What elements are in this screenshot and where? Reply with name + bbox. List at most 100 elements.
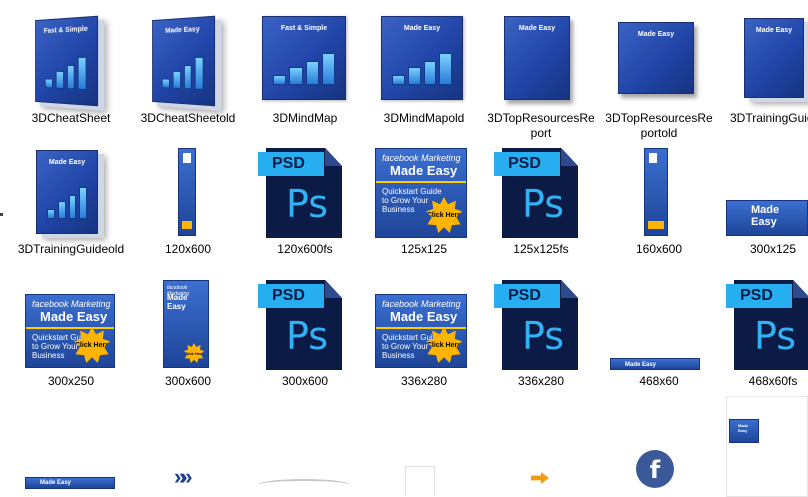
file-name: 3DCheatSheet — [31, 111, 111, 125]
file-item[interactable]: Made Easy 3DTrainingGuide — [724, 12, 808, 137]
thumbs-up-icon — [183, 153, 191, 163]
arrow-right-icon[interactable] — [531, 472, 549, 484]
file-item[interactable]: facebook Marketing Made Easy Quickstart … — [369, 278, 479, 393]
blank-file-icon[interactable] — [405, 466, 435, 496]
banner-headline: Made Easy — [738, 423, 749, 433]
ebook-cover-thumbnail: Made Easy — [152, 15, 216, 107]
facebook-icon[interactable]: f — [636, 450, 674, 488]
banner-thumbnail: Made Easy — [610, 358, 700, 370]
banner-headline: Made Easy — [751, 204, 780, 228]
file-item[interactable]: facebook Marketing Made Easy Quickstart … — [16, 278, 126, 393]
file-item[interactable]: facebook Marketing Made Easy Click Here … — [133, 278, 243, 393]
file-name: 3DCheatSheetold — [140, 111, 236, 125]
file-name: 336x280 — [517, 374, 565, 388]
banner-headline: Made Easy — [625, 362, 657, 368]
file-item[interactable]: PSD Ps 300x600 — [250, 278, 360, 393]
cover-title: Made Easy — [755, 27, 793, 34]
ps-glyph: Ps — [286, 314, 329, 358]
file-name: 3DMindMapold — [383, 111, 465, 125]
file-name: 3DTopResourcesReport — [487, 111, 595, 140]
banner-headline: Made Easy — [390, 309, 458, 324]
file-name: 300x600 — [281, 374, 329, 388]
file-name: 300x600 — [164, 374, 212, 388]
file-item[interactable]: Made Easy 300x125 — [718, 146, 808, 256]
file-name: 125x125 — [400, 242, 448, 256]
banner-thumbnail: Made Easy — [729, 419, 759, 443]
file-item[interactable]: 120x600 — [133, 146, 243, 256]
ps-glyph: Ps — [286, 182, 329, 226]
banner-thumbnail — [178, 148, 196, 236]
cta-strip — [648, 221, 664, 229]
cover-title: Fast & Simple — [280, 25, 328, 32]
file-name: 300x250 — [47, 374, 95, 388]
banner-thumbnail: facebook Marketing Made Easy Click Here — [163, 280, 209, 368]
photoshop-file-icon: PSD Ps — [258, 280, 348, 370]
file-name: 300x125 — [749, 242, 797, 256]
file-item[interactable]: 160x600 — [604, 146, 714, 256]
psd-tag: PSD — [726, 284, 792, 308]
cover-bars — [44, 56, 87, 90]
cover-bars — [273, 53, 335, 85]
file-item[interactable]: facebook Marketing Made Easy Quickstart … — [369, 146, 479, 256]
ebook-cover-thumbnail: Fast & Simple — [262, 16, 346, 100]
file-item[interactable]: Made Easy 3DTopResourcesReport — [486, 12, 596, 140]
file-item[interactable]: PSD Ps 468x60fs — [718, 278, 808, 393]
ebook-cover-thumbnail: Made Easy — [504, 16, 570, 100]
thumbs-up-icon — [649, 153, 657, 163]
psd-tag: PSD — [494, 152, 560, 176]
banner-headline: Made Easy — [167, 293, 188, 311]
ebook-cover-thumbnail: Made Easy — [381, 16, 463, 100]
file-name: 3DTrainingGuideold — [17, 242, 125, 256]
file-item[interactable]: Made Easy 3DTopResourcesReportold — [604, 12, 714, 140]
ps-glyph: Ps — [522, 314, 565, 358]
cover-title: Fast & Simple — [43, 25, 88, 35]
file-item[interactable]: Fast & Simple 3DMindMap — [250, 12, 360, 137]
ebook-cover-thumbnail: Made Easy — [744, 18, 804, 98]
psd-tag: PSD — [494, 284, 560, 308]
ebook-cover-thumbnail: Made Easy — [618, 22, 694, 94]
file-item[interactable]: Made Easy — [726, 396, 808, 497]
file-name: 468x60fs — [748, 374, 798, 388]
ps-glyph: Ps — [522, 182, 565, 226]
banner-headline: Made Easy — [390, 163, 458, 178]
cover-bars — [47, 187, 87, 219]
banner-thumbnail[interactable]: Made Easy — [25, 477, 115, 489]
banner-headline: Made Easy — [40, 480, 72, 486]
cover-bars — [161, 56, 204, 90]
photoshop-file-icon: PSD Ps — [726, 280, 808, 370]
cover-title: Made Easy — [165, 26, 200, 35]
banner-brand: facebook Marketing — [32, 299, 111, 309]
banner-thumbnail: facebook Marketing Made Easy Quickstart … — [375, 148, 467, 238]
file-item[interactable]: Made Easy 468x60 — [604, 278, 714, 393]
ebook-cover-thumbnail: Fast & Simple — [35, 15, 99, 107]
file-name: 160x600 — [635, 242, 683, 256]
banner-thumbnail: facebook Marketing Made Easy Quickstart … — [25, 294, 115, 368]
photoshop-file-icon: PSD Ps — [494, 148, 584, 238]
banner-headline: Made Easy — [40, 309, 108, 324]
file-name: 120x600fs — [277, 242, 333, 256]
file-item[interactable]: PSD Ps 120x600fs — [250, 146, 360, 256]
photoshop-file-icon: PSD Ps — [494, 280, 584, 370]
ps-glyph: Ps — [754, 314, 797, 358]
file-item[interactable]: Made Easy 3DMindMapold — [369, 12, 479, 137]
file-item[interactable]: PSD Ps 336x280 — [486, 278, 596, 393]
chevrons-icon[interactable]: »» — [174, 464, 193, 490]
file-item[interactable]: Made Easy 3DCheatSheetold — [133, 12, 243, 137]
window-edge-mark — [0, 213, 3, 216]
file-name: 120x600 — [164, 242, 212, 256]
file-name: 3DMindMap — [272, 111, 338, 125]
click-here-burst: Click Here — [184, 343, 204, 363]
psd-tag: PSD — [258, 284, 324, 308]
banner-brand: facebook Marketing — [382, 153, 461, 163]
file-item[interactable]: Made Easy 3DTrainingGuideold — [16, 146, 126, 276]
file-name: 3DTopResourcesReportold — [605, 111, 713, 140]
thumbnail-edge[interactable] — [258, 479, 350, 491]
file-name: 3DTrainingGuide — [730, 111, 808, 125]
cover-title: Made Easy — [637, 31, 675, 38]
file-name: 336x280 — [400, 374, 448, 388]
file-item[interactable]: Fast & Simple 3DCheatSheet — [16, 12, 126, 137]
banner-thumbnail — [644, 148, 668, 236]
file-item[interactable]: PSD Ps 125x125fs — [486, 146, 596, 256]
ebook-cover-thumbnail: Made Easy — [36, 150, 98, 234]
psd-tag: PSD — [258, 152, 324, 176]
